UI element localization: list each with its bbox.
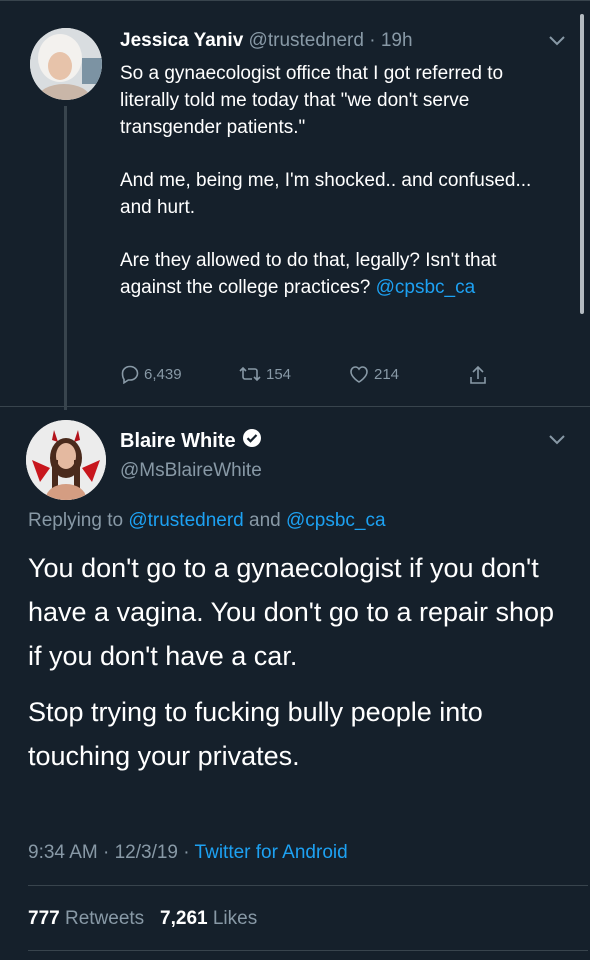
tweet1-paragraph: And me, being me, I'm shocked.. and conf… [120,170,532,218]
share-icon [468,364,488,386]
reply-count: 6,439 [144,365,182,383]
tweet-divider [0,406,590,407]
like-button[interactable]: 214 [348,364,399,384]
tweet2-display-name[interactable]: Blaire White [120,430,236,453]
tweet1-time[interactable]: · 19h [369,30,412,51]
chevron-down-icon[interactable] [548,433,566,445]
avatar-blaire-white[interactable] [26,420,106,500]
tweet2-stats: 777 Retweets 7,261 Likes [28,908,257,930]
replying-and: and [249,510,281,531]
replying-prefix: Replying to [28,510,124,531]
tweet1-handle[interactable]: @trustednerd [249,30,364,51]
reply-icon [120,364,140,384]
tweet2-paragraph: Stop trying to fucking bully people into… [28,697,483,771]
tweet2-body: You don't go to a gynaecologist if you d… [28,546,568,790]
replying-mention-link[interactable]: @cpsbc_ca [286,510,386,531]
tweet1-display-name[interactable]: Jessica Yaniv [120,30,243,51]
like-count: 214 [374,365,400,383]
tweet1-body: So a gynaecologist office that I got ref… [120,60,560,301]
stats-divider-bottom [28,950,588,951]
like-icon [348,364,370,384]
verified-badge-icon [242,428,262,454]
likes-stat-label: Likes [212,908,258,929]
stats-divider-top [28,885,588,886]
top-divider [0,0,590,1]
scrollbar[interactable] [580,14,584,314]
retweets-stat-count: 777 [28,908,60,929]
likes-stat[interactable]: 7,261 Likes [160,908,257,929]
tweet1-action-bar: 6,439 154 214 [120,364,520,388]
tweet1-paragraph: Are they allowed to do that, legally? Is… [120,247,560,301]
retweet-icon [238,364,262,384]
reply-button[interactable]: 6,439 [120,364,182,384]
chevron-down-icon[interactable] [548,34,566,46]
retweets-stat[interactable]: 777 Retweets [28,908,144,929]
retweets-stat-label: Retweets [64,908,145,929]
tweet2-meta: 9:34 AM · 12/3/19 · Twitter for Android [28,842,348,864]
retweet-button[interactable]: 154 [238,364,291,384]
tweet1-header: Jessica Yaniv @trustednerd · 19h [120,30,413,52]
tweet2-date[interactable]: · 12/3/19 · [103,842,190,863]
replying-to-line: Replying to @trustednerd and @cpsbc_ca [28,510,386,532]
thread-connector-line [64,106,67,410]
avatar-jessica-yaniv[interactable] [30,28,102,100]
likes-stat-count: 7,261 [160,908,208,929]
tweet2-header: Blaire White @MsBlaireWhite [120,428,262,482]
tweet2-paragraph: You don't go to a gynaecologist if you d… [28,553,555,671]
tweet1-paragraph: So a gynaecologist office that I got ref… [120,63,504,138]
tweet1-mention-link[interactable]: @cpsbc_ca [376,277,476,298]
retweet-count: 154 [266,365,292,383]
tweet2-time[interactable]: 9:34 AM [28,842,98,863]
tweet2-source-link[interactable]: Twitter for Android [195,842,348,863]
replying-mention-link[interactable]: @trustednerd [128,510,243,531]
tweet2-handle[interactable]: @MsBlaireWhite [120,460,262,482]
share-button[interactable] [468,364,488,386]
